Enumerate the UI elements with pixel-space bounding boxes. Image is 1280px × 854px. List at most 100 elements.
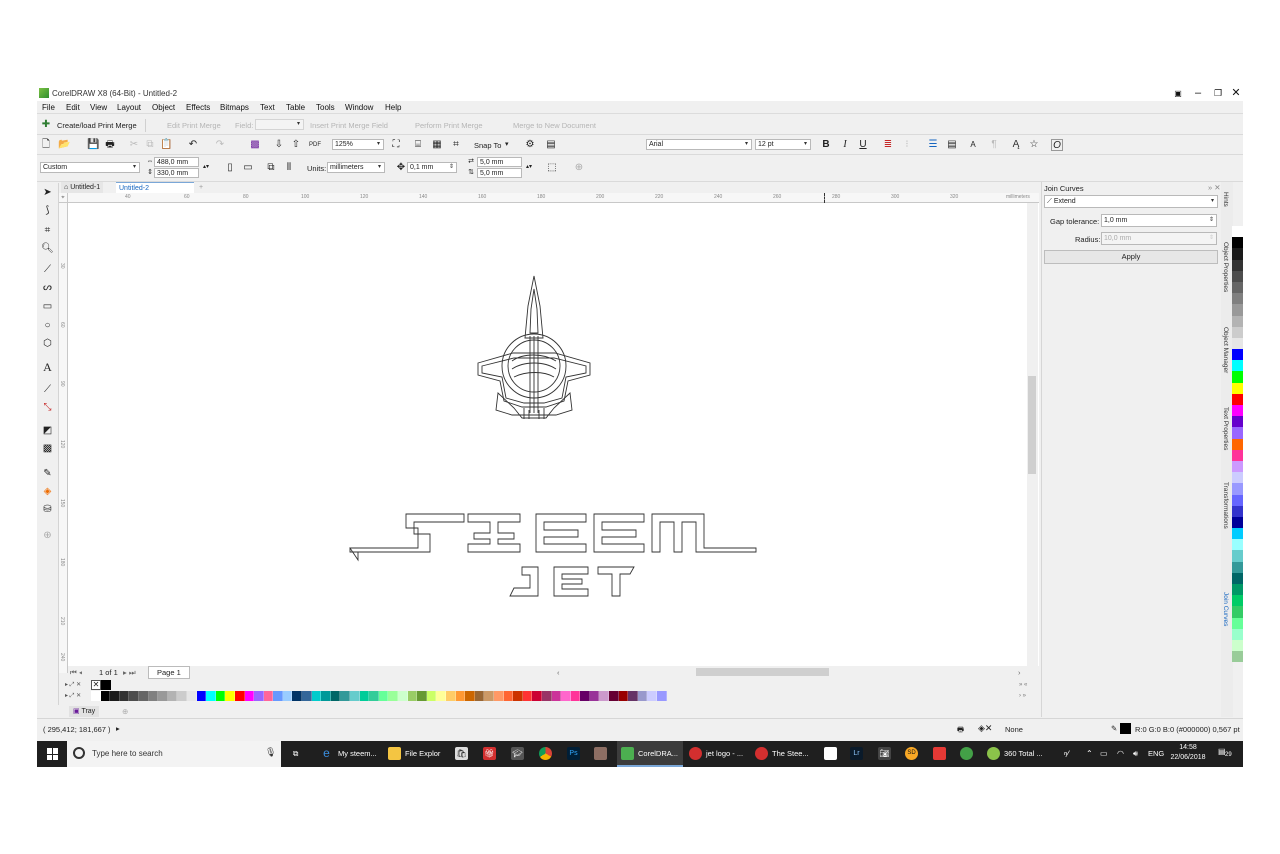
snap-to-button[interactable]: Snap To <box>474 141 501 150</box>
color-swatch[interactable] <box>177 691 187 701</box>
color-swatch[interactable] <box>1232 270 1243 282</box>
color-swatch[interactable] <box>321 691 331 701</box>
snap-to-dropdown-icon[interactable]: ▾ <box>505 140 509 148</box>
color-swatch[interactable] <box>599 691 610 701</box>
clock[interactable]: 14:58 22/06/2018 <box>1168 743 1208 765</box>
application-launcher-icon[interactable]: ▤ <box>545 139 557 151</box>
color-swatch[interactable] <box>532 691 542 701</box>
units-select[interactable]: millimeters ▾ <box>327 162 385 173</box>
outline-color-swatch[interactable] <box>1120 723 1131 734</box>
color-swatch[interactable] <box>1232 382 1243 394</box>
scroll-left-icon[interactable]: ‹ <box>557 668 560 677</box>
color-swatch[interactable] <box>234 691 245 701</box>
undo-icon[interactable]: ↶ <box>187 139 199 151</box>
color-swatch[interactable] <box>407 691 418 701</box>
color-swatch[interactable] <box>1232 628 1243 640</box>
parallel-dimension-tool-icon[interactable]: ⟋ <box>40 382 55 397</box>
color-swatch[interactable] <box>1232 528 1243 540</box>
fill-none-icon[interactable]: ◈✕ <box>978 723 992 734</box>
tab-transformations[interactable]: Transformations <box>1222 482 1229 529</box>
color-swatch[interactable] <box>589 691 600 701</box>
menu-effects[interactable]: Effects <box>186 103 210 112</box>
network-icon[interactable]: ▭ <box>1100 741 1108 767</box>
crop-tool-icon[interactable]: ⌗ <box>40 223 55 238</box>
apply-button[interactable]: Apply <box>1044 250 1218 264</box>
radius-input[interactable]: 10,0 mm ⇕ <box>1101 232 1217 245</box>
default-color-palette[interactable] <box>91 691 667 701</box>
color-swatch[interactable] <box>657 691 667 701</box>
color-swatch[interactable] <box>513 691 523 701</box>
lightroom-icon[interactable]: Lr <box>850 747 863 760</box>
color-swatch[interactable] <box>637 691 648 701</box>
color-swatch[interactable] <box>417 691 427 701</box>
new-document-icon[interactable]: 🗋 <box>40 139 52 151</box>
color-swatch[interactable] <box>1232 494 1243 506</box>
current-page-icon[interactable]: ⫴ <box>283 162 295 174</box>
color-swatch[interactable] <box>1232 416 1243 428</box>
page-next-icon[interactable]: ▸ ⏭ <box>123 668 136 678</box>
microphone-icon[interactable]: 🎙︎ <box>265 747 276 758</box>
pick-tool-icon[interactable]: ➤ <box>40 185 55 200</box>
drawing-canvas[interactable] <box>68 203 1039 666</box>
color-swatch[interactable] <box>484 691 494 701</box>
menu-view[interactable]: View <box>90 103 107 112</box>
color-swatch[interactable] <box>186 691 197 701</box>
color-swatch[interactable] <box>167 691 178 701</box>
color-swatch[interactable] <box>1232 449 1243 461</box>
publish-pdf-icon[interactable]: PDF <box>309 139 321 151</box>
connector-tool-icon[interactable]: ⤡ <box>40 400 55 415</box>
color-swatch[interactable] <box>551 691 562 701</box>
color-swatch[interactable] <box>1232 293 1243 305</box>
color-swatch[interactable] <box>1232 281 1243 294</box>
treat-as-filled-icon[interactable]: ⬚ <box>546 162 558 174</box>
tab-object-manager[interactable]: Object Manager <box>1222 327 1229 373</box>
color-swatch[interactable] <box>138 691 149 701</box>
people-icon[interactable]: ⁿ⁄ <box>1064 741 1069 767</box>
color-swatch[interactable] <box>618 691 629 701</box>
profile-icon[interactable]: ▣ <box>1171 87 1185 100</box>
underline-icon[interactable]: U <box>857 139 869 151</box>
color-swatch[interactable] <box>1232 349 1243 361</box>
color-swatch[interactable] <box>225 691 235 701</box>
vertical-scroll-thumb[interactable] <box>1028 376 1036 474</box>
freehand-tool-icon[interactable]: ⟋ <box>40 262 55 277</box>
menu-text[interactable]: Text <box>260 103 275 112</box>
nudge-distance-input[interactable]: 0,1 mm ⇕ <box>407 162 457 173</box>
color-swatch[interactable] <box>158 691 168 701</box>
right-color-palette[interactable] <box>1232 226 1243 663</box>
color-swatch[interactable] <box>196 691 207 701</box>
color-swatch[interactable] <box>465 691 475 701</box>
color-swatch[interactable] <box>1232 651 1243 663</box>
photo-editor-icon[interactable] <box>933 747 946 760</box>
color-swatch[interactable] <box>1232 539 1243 551</box>
menu-tools[interactable]: Tools <box>316 103 335 112</box>
color-swatch[interactable] <box>561 691 571 701</box>
full-screen-icon[interactable]: ⛶ <box>390 139 402 151</box>
photoshop-icon[interactable]: Ps <box>567 747 580 760</box>
horizontal-ruler[interactable]: 40 60 80 100 120 140 160 180 200 220 240… <box>68 193 1039 203</box>
color-swatch[interactable] <box>1232 248 1243 260</box>
color-swatch[interactable] <box>91 691 101 701</box>
task-view-icon[interactable]: ⧉ <box>293 741 298 767</box>
color-swatch[interactable] <box>1232 315 1243 327</box>
docker-close-icon[interactable]: » ✕ <box>1208 183 1221 192</box>
scroll-right-icon[interactable]: › <box>1018 668 1021 677</box>
no-color-swatch[interactable]: ✕ <box>91 680 101 690</box>
color-swatch[interactable] <box>455 691 466 701</box>
gift-icon[interactable]: 🎁︎ <box>483 747 496 760</box>
camera-app-icon[interactable]: 📷︎ <box>878 747 891 760</box>
show-grid-icon[interactable]: ▦ <box>431 139 443 151</box>
portrait-icon[interactable]: ▯ <box>224 162 236 174</box>
drop-cap-icon[interactable]: ▤ <box>946 139 958 151</box>
color-swatch[interactable] <box>378 691 389 701</box>
new-tab-icon[interactable]: + <box>196 182 206 193</box>
bold-icon[interactable]: B <box>820 139 832 151</box>
coordinates-arrow-icon[interactable]: ▸ <box>116 724 120 733</box>
insert-print-merge-field-button[interactable]: Insert Print Merge Field <box>310 121 388 130</box>
rectangle-tool-icon[interactable]: ▭ <box>40 299 55 314</box>
transparency-tool-icon[interactable]: ▩ <box>40 441 55 456</box>
glyphs-icon[interactable]: ☆ <box>1028 139 1040 151</box>
color-swatch[interactable] <box>628 691 638 701</box>
paste-icon[interactable]: 📋 <box>160 139 172 151</box>
color-swatch[interactable] <box>426 691 437 701</box>
